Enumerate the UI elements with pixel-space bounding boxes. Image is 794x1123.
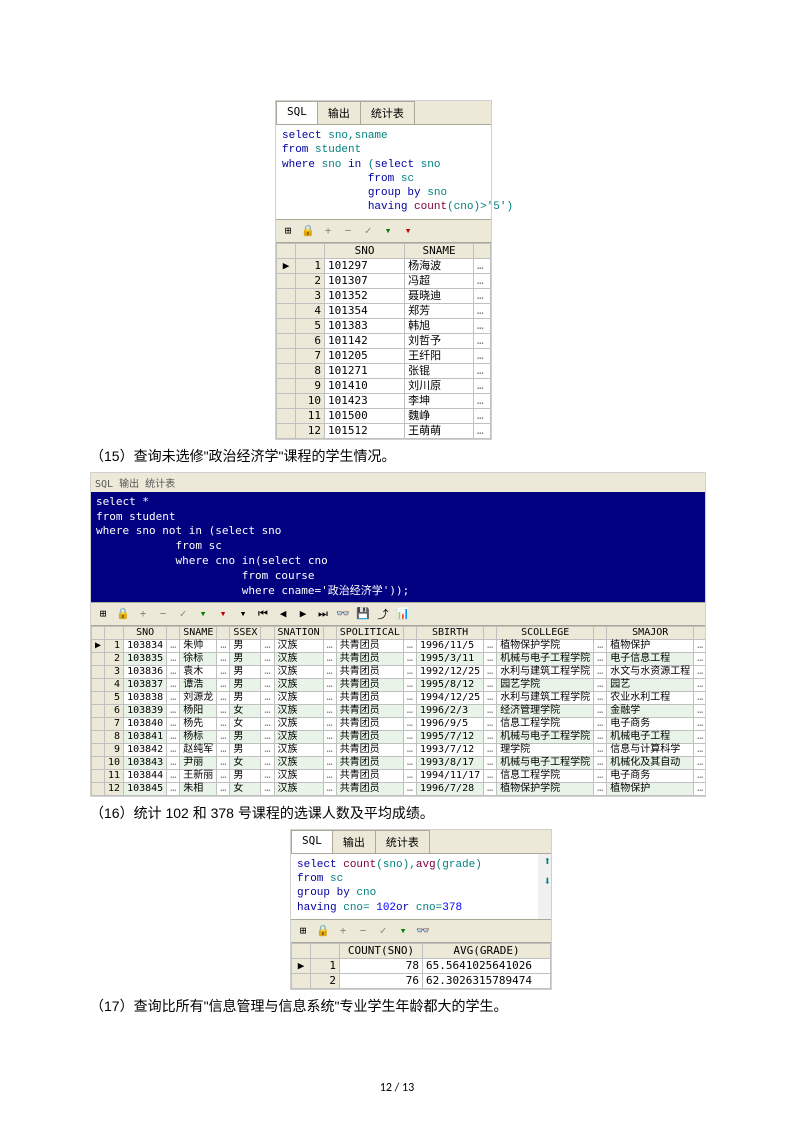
lock-icon[interactable]: 🔒 (300, 223, 316, 239)
table-row[interactable]: 7103840…杨先…女…汉族…共青团员…1996/9/5…信息工程学院…电子商… (92, 717, 706, 730)
tab-bar-small: SQL 输出 统计表 (91, 473, 705, 492)
table-row[interactable]: 11101500魏峥… (277, 408, 491, 423)
table-row[interactable]: 5103838…刘源龙…男…汉族…共青团员…1994/12/25…水利与建筑工程… (92, 691, 706, 704)
binoculars-icon[interactable]: 👓 (335, 606, 351, 622)
caption-15: （15）查询未选修"政治经济学"课程的学生情况。 (90, 446, 704, 467)
col-header: SBIRTH (416, 626, 483, 639)
binoculars-icon[interactable]: 👓 (415, 923, 431, 939)
table-row[interactable]: 5101383韩旭… (277, 318, 491, 333)
table-row[interactable]: 9103842…赵纯军…男…汉族…共青团员…1993/7/12…理学院…信息与计… (92, 743, 706, 756)
tab-bar: SQL 输出 统计表 (276, 101, 491, 125)
col-header: SMAJOR (607, 626, 694, 639)
down-red-icon[interactable]: ▾ (400, 223, 416, 239)
plus-icon[interactable]: + (335, 923, 351, 939)
table-row[interactable]: 8103841…杨标…男…汉族…共青团员…1995/7/12…机械与电子工程学院… (92, 730, 706, 743)
tab-sql-3[interactable]: SQL (291, 830, 333, 853)
minus-icon[interactable]: − (340, 223, 356, 239)
table-row[interactable]: 9101410刘川原… (277, 378, 491, 393)
result-toolbar: ⊞🔒+−✓▾▾ (276, 219, 491, 243)
down-green-icon[interactable]: ▾ (380, 223, 396, 239)
table-row[interactable]: 6103839…杨阳…女…汉族…共青团员…1996/2/3…经济管理学院…金融学… (92, 704, 706, 717)
check-icon[interactable]: ✓ (175, 606, 191, 622)
col-header: SNO (124, 626, 167, 639)
table-row[interactable]: ▶1101297杨海波… (277, 258, 491, 273)
col-header: AVG(GRADE) (422, 943, 550, 958)
sql-editor[interactable]: select sno,snamefrom studentwhere sno in… (276, 125, 491, 219)
table-row[interactable]: 12103845…朱相…女…汉族…共青团员…1996/7/28…植物保护学院…植… (92, 782, 706, 795)
table-row[interactable]: 2103835…徐标…男…汉族…共青团员…1995/3/11…机械与电子工程学院… (92, 652, 706, 665)
tab-output-3[interactable]: 输出 (332, 830, 376, 853)
plus-icon[interactable]: + (135, 606, 151, 622)
col-header: SNO (325, 243, 405, 258)
table-row[interactable]: 12101512王萌萌… (277, 423, 491, 438)
check-icon[interactable]: ✓ (360, 223, 376, 239)
table-row[interactable]: 2101307冯超… (277, 273, 491, 288)
table-row[interactable]: 4103837…谭浩…男…汉族…共青团员…1995/8/12…园艺学院…园艺… (92, 678, 706, 691)
col-header: COUNT(SNO) (340, 943, 423, 958)
result-grid: SNOSNAME▶1101297杨海波…2101307冯超…3101352聂晓迪… (276, 243, 491, 439)
tab-bar-3: SQL 输出 统计表 (291, 830, 551, 854)
tab-sql[interactable]: SQL (276, 101, 318, 124)
chart-icon[interactable]: 📊 (395, 606, 411, 622)
arrow-down-icon[interactable]: ⬇ (544, 874, 551, 888)
caption-16: （16）统计 102 和 378 号课程的选课人数及平均成绩。 (90, 803, 704, 824)
tab-stats-3[interactable]: 统计表 (375, 830, 430, 853)
result-toolbar-2: ⊞🔒+−✓▾▾▾⏮◀▶⏭👓💾⤴📊 (91, 602, 705, 626)
sql-editor-3[interactable]: select count(sno),avg(grade)from scgroup… (291, 854, 538, 919)
grid-icon[interactable]: ⊞ (295, 923, 311, 939)
nav-next[interactable]: ▶ (295, 606, 311, 622)
table-row[interactable]: 3103836…袁木…男…汉族…共青团员…1992/12/25…水利与建筑工程学… (92, 665, 706, 678)
table-row[interactable]: 10101423李坤… (277, 393, 491, 408)
table-row[interactable]: ▶17865.5641025641026 (292, 958, 551, 973)
result-toolbar-3: ⊞🔒+−✓▾👓 (291, 919, 551, 943)
col-header: SSEX (230, 626, 261, 639)
check-icon[interactable]: ✓ (375, 923, 391, 939)
col-header: SCOLLEGE (497, 626, 594, 639)
page-footer: 12 / 13 (0, 1081, 794, 1095)
table-row[interactable]: 27662.3026315789474 (292, 973, 551, 988)
table-row[interactable]: 3101352聂晓迪… (277, 288, 491, 303)
table-row[interactable]: 11103844…王新丽…男…汉族…共青团员…1994/11/17…信息工程学院… (92, 769, 706, 782)
arrow-up-icon[interactable]: ⬆ (544, 854, 551, 868)
tab-output[interactable]: 输出 (317, 101, 361, 124)
col-header: SNAME (405, 243, 474, 258)
tab-stats[interactable]: 统计表 (360, 101, 415, 124)
lock-icon[interactable]: 🔒 (115, 606, 131, 622)
figure-1-sql-result: SQL 输出 统计表 select sno,snamefrom studentw… (275, 100, 492, 440)
down-red-icon[interactable]: ▾ (215, 606, 231, 622)
col-header: SNATION (274, 626, 323, 639)
grid-icon[interactable]: ⊞ (95, 606, 111, 622)
result-grid-2: SNO SNAME SSEX SNATION SPOLITICAL SBIRTH SCOLL… (91, 626, 705, 796)
lock-icon[interactable]: 🔒 (315, 923, 331, 939)
figure-2-sql-result: SQL 输出 统计表 select * from student where s… (90, 472, 706, 797)
grid-icon[interactable]: ⊞ (280, 223, 296, 239)
minus-icon[interactable]: − (355, 923, 371, 939)
down-green-icon[interactable]: ▾ (195, 606, 211, 622)
down2-icon[interactable]: ▾ (235, 606, 251, 622)
nav-first[interactable]: ⏮ (255, 606, 271, 622)
nav-arrows: ⬆ ⬇ (544, 854, 551, 888)
nav-prev[interactable]: ◀ (275, 606, 291, 622)
save-icon[interactable]: 💾 (355, 606, 371, 622)
table-row[interactable]: ▶1103834…朱帅…男…汉族…共青团员…1996/11/5…植物保护学院…植… (92, 639, 706, 652)
table-row[interactable]: 10103843…尹丽…女…汉族…共青团员…1993/8/17…机械与电子工程学… (92, 756, 706, 769)
minus-icon[interactable]: − (155, 606, 171, 622)
table-row[interactable]: 6101142刘哲予… (277, 333, 491, 348)
sql-editor-dark[interactable]: select * from student where sno not in (… (91, 492, 705, 602)
table-row[interactable]: 4101354郑芳… (277, 303, 491, 318)
plus-icon[interactable]: + (320, 223, 336, 239)
result-grid-3: COUNT(SNO)AVG(GRADE)▶17865.5641025641026… (291, 943, 551, 989)
export-icon[interactable]: ⤴ (375, 606, 391, 622)
nav-last[interactable]: ⏭ (315, 606, 331, 622)
col-header: SPOLITICAL (336, 626, 403, 639)
col-header: SNAME (180, 626, 217, 639)
down-green-icon[interactable]: ▾ (395, 923, 411, 939)
caption-17: （17）查询比所有"信息管理与信息系统"专业学生年龄都大的学生。 (90, 996, 704, 1017)
figure-3-sql-result: SQL 输出 统计表 select count(sno),avg(grade)f… (290, 829, 552, 990)
table-row[interactable]: 8101271张锟… (277, 363, 491, 378)
table-row[interactable]: 7101205王纤阳… (277, 348, 491, 363)
